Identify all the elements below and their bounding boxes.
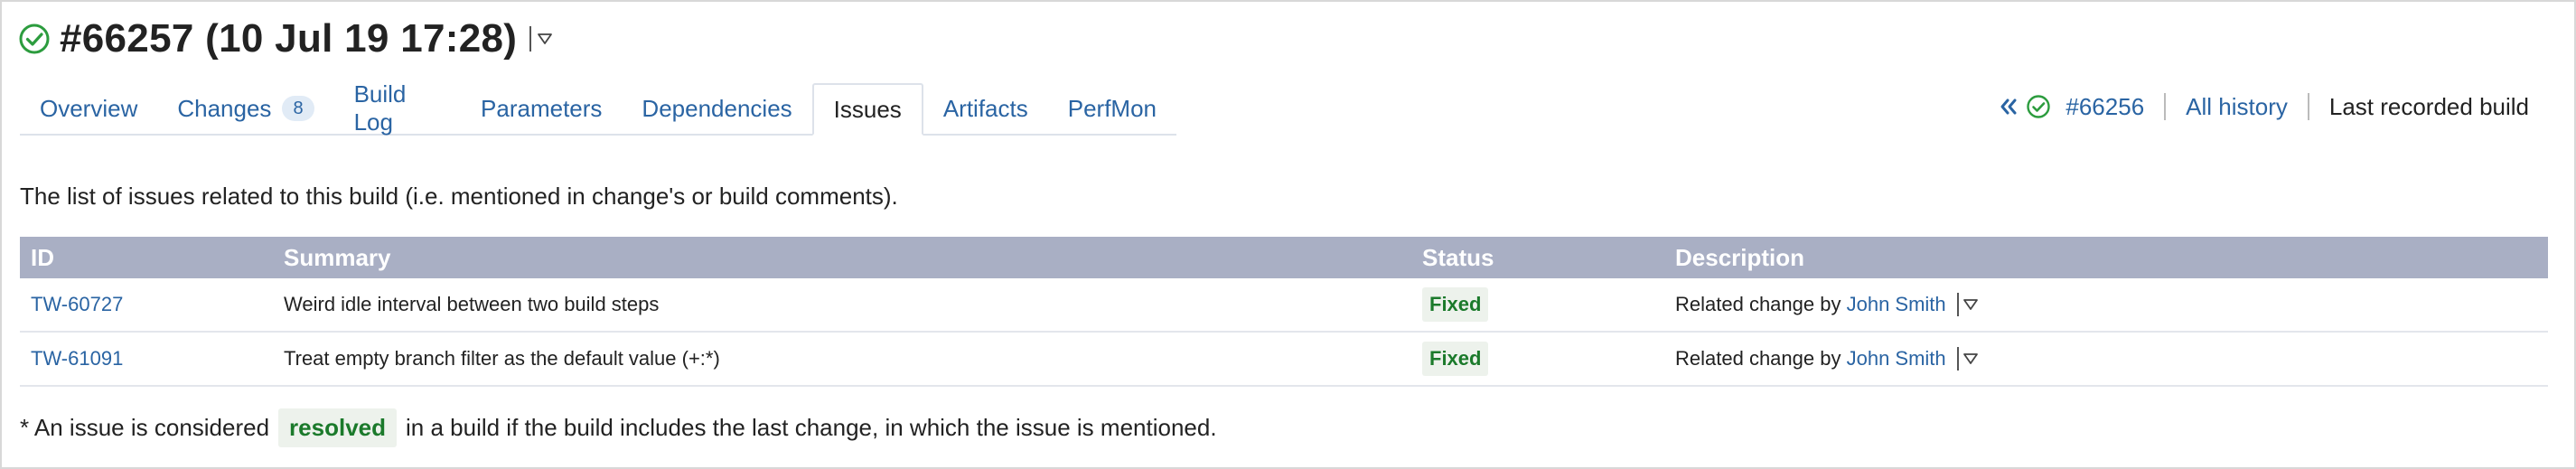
last-recorded-build-label: Last recorded build bbox=[2328, 92, 2529, 120]
table-row: TW-60727 Weird idle interval between two… bbox=[20, 278, 2548, 333]
build-tabs: Overview Changes 8 Build Log Parameters D… bbox=[20, 80, 1176, 136]
chevron-down-icon bbox=[1962, 298, 1979, 311]
success-check-icon bbox=[18, 22, 52, 56]
column-header-status: Status bbox=[1422, 243, 1494, 271]
footnote-text-after: in a build if the build includes the las… bbox=[406, 414, 1217, 441]
issue-summary: Weird idle interval between two build st… bbox=[284, 293, 660, 315]
tab-label: Issues bbox=[833, 95, 902, 123]
table-header-row: ID Summary Status Description bbox=[20, 237, 2548, 278]
change-details-dropdown[interactable] bbox=[1956, 293, 1979, 316]
issue-id-link[interactable]: TW-61091 bbox=[31, 347, 123, 370]
tab-issues[interactable]: Issues bbox=[811, 83, 923, 136]
changes-count-badge: 8 bbox=[282, 96, 314, 121]
author-link[interactable]: John Smith bbox=[1847, 293, 1946, 316]
tab-parameters[interactable]: Parameters bbox=[461, 83, 622, 134]
previous-build-number: #66256 bbox=[2065, 92, 2145, 120]
resolved-footnote: * An issue is considered resolved in a b… bbox=[20, 408, 1217, 447]
status-badge: Fixed bbox=[1422, 342, 1489, 376]
issues-table: ID Summary Status Description TW-60727 W… bbox=[20, 237, 2548, 387]
table-row: TW-61091 Treat empty branch filter as th… bbox=[20, 333, 2548, 387]
divider bbox=[1956, 347, 1959, 371]
issues-intro-text: The list of issues related to this build… bbox=[20, 183, 898, 210]
tab-label: Changes bbox=[177, 94, 272, 122]
build-history-nav: #66256 All history Last recorded build bbox=[1999, 90, 2529, 123]
description-prefix: Related change by bbox=[1675, 347, 1841, 370]
issue-id-link[interactable]: TW-60727 bbox=[31, 293, 123, 315]
all-history-link[interactable]: All history bbox=[2186, 93, 2288, 121]
tab-build-log[interactable]: Build Log bbox=[334, 80, 461, 136]
tab-changes[interactable]: Changes 8 bbox=[157, 83, 333, 134]
tab-dependencies[interactable]: Dependencies bbox=[622, 83, 811, 134]
tab-label: Build Log bbox=[353, 80, 407, 136]
description-prefix: Related change by bbox=[1675, 293, 1841, 315]
column-header-summary: Summary bbox=[284, 243, 391, 271]
divider bbox=[1956, 293, 1959, 316]
double-chevron-left-icon bbox=[1999, 98, 2019, 116]
tab-overview[interactable]: Overview bbox=[20, 83, 157, 134]
build-header: #66257 (10 Jul 19 17:28) bbox=[18, 14, 553, 63]
status-badge: Fixed bbox=[1422, 287, 1489, 322]
tab-label: Dependencies bbox=[642, 94, 792, 122]
resolved-badge: resolved bbox=[278, 408, 397, 447]
chevron-down-icon bbox=[1962, 352, 1979, 365]
previous-build-link[interactable]: #66256 bbox=[1999, 93, 2144, 121]
tab-artifacts[interactable]: Artifacts bbox=[923, 83, 1048, 134]
build-actions-dropdown[interactable] bbox=[529, 25, 553, 52]
tab-label: PerfMon bbox=[1067, 94, 1157, 122]
page-title: #66257 (10 Jul 19 17:28) bbox=[60, 16, 518, 61]
divider bbox=[529, 26, 532, 52]
column-header-id: ID bbox=[31, 243, 54, 271]
tab-label: Artifacts bbox=[942, 94, 1028, 122]
issue-summary: Treat empty branch filter as the default… bbox=[284, 347, 720, 370]
issue-description: Related change by John Smith bbox=[1675, 347, 2548, 371]
tab-perfmon[interactable]: PerfMon bbox=[1048, 83, 1176, 134]
author-link[interactable]: John Smith bbox=[1847, 347, 1946, 371]
divider bbox=[2307, 93, 2309, 120]
tab-label: Overview bbox=[40, 94, 138, 122]
tab-label: Parameters bbox=[481, 94, 603, 122]
issue-description: Related change by John Smith bbox=[1675, 293, 2548, 316]
footnote-text-before: * An issue is considered bbox=[20, 414, 270, 441]
column-header-description: Description bbox=[1675, 243, 1805, 271]
chevron-down-icon bbox=[537, 33, 553, 45]
change-details-dropdown[interactable] bbox=[1956, 347, 1979, 371]
success-check-icon bbox=[2026, 94, 2051, 119]
divider bbox=[2164, 93, 2167, 120]
